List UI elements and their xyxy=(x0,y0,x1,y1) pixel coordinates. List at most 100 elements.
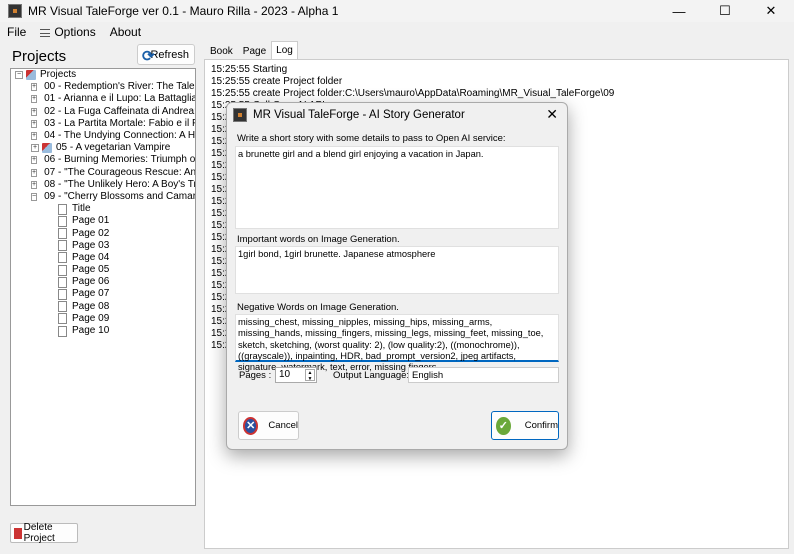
output-language-field[interactable]: English xyxy=(408,367,559,383)
tree-project[interactable]: +08 - "The Unlikely Hero: A Boy's Trium xyxy=(11,179,195,191)
log-line: 15:25:55 create Project folder:C:\Users\… xyxy=(211,88,615,99)
tree-node-label: Title xyxy=(72,203,91,215)
cancel-button[interactable]: ✕ Cancel xyxy=(238,411,299,440)
tree-page[interactable]: Page 09 xyxy=(11,313,195,325)
refresh-label: Refresh xyxy=(150,48,189,61)
tree-project[interactable]: +02 - La Fuga Caffeinata di Andrea: Un xyxy=(11,106,195,118)
menu-options-label: Options xyxy=(54,25,96,39)
menu-bar: File Options About xyxy=(0,22,148,42)
tree-node-label: 06 - Burning Memories: Triumph over D xyxy=(44,154,196,166)
tree-page[interactable]: Page 01 xyxy=(11,215,195,227)
window-title: MR Visual TaleForge ver 0.1 - Mauro Rill… xyxy=(28,4,339,18)
collapse-icon[interactable]: − xyxy=(31,192,38,201)
page-icon xyxy=(58,276,67,288)
output-language-label: Output Language: xyxy=(333,370,410,381)
tree-page[interactable]: Page 04 xyxy=(11,252,195,264)
tree-node-label: Page 07 xyxy=(72,288,110,300)
tree-project[interactable]: +00 - Redemption's River: The Tale of t xyxy=(11,81,195,93)
tree-project[interactable]: +06 - Burning Memories: Triumph over D xyxy=(11,154,195,166)
tree-node-label: Page 10 xyxy=(72,325,110,337)
tab-log[interactable]: Log xyxy=(271,41,298,59)
tree-node-label: 04 - The Undying Connection: A Hima xyxy=(44,130,196,142)
story-label: Write a short story with some details to… xyxy=(237,133,506,144)
tree-page[interactable]: Page 08 xyxy=(11,301,195,313)
tree-project[interactable]: +07 - "The Courageous Rescue: Ann's xyxy=(11,167,195,179)
tree-page[interactable]: Page 10 xyxy=(11,325,195,337)
checkmark-icon: ✓ xyxy=(496,416,511,435)
spin-arrows-icon[interactable]: ▲ ▼ xyxy=(305,369,315,382)
collapse-icon[interactable]: − xyxy=(15,71,23,80)
tree-node-label: 08 - "The Unlikely Hero: A Boy's Trium xyxy=(44,178,196,190)
expand-icon[interactable]: + xyxy=(31,132,38,141)
minimize-button[interactable]: — xyxy=(656,0,702,22)
tree-project[interactable]: +03 - La Partita Mortale: Fabio e il Fli… xyxy=(11,118,195,130)
page-icon xyxy=(58,264,67,276)
tree-node-label: 02 - La Fuga Caffeinata di Andrea: Un xyxy=(44,105,196,117)
page-icon xyxy=(58,252,67,264)
tree-page[interactable]: Page 06 xyxy=(11,276,195,288)
dialog-close-button[interactable]: ✕ xyxy=(546,106,558,123)
negative-words-label: Negative Words on Image Generation. xyxy=(237,302,399,313)
log-line: 15:25:55 create Project folder xyxy=(211,76,343,87)
expand-icon[interactable]: + xyxy=(31,144,39,153)
tree-node-label: 01 - Arianna e il Lupo: La Battaglia di … xyxy=(44,93,196,105)
tree-project[interactable]: −09 - "Cherry Blossoms and Camaraderi xyxy=(11,191,195,203)
project-tree[interactable]: − Projects +00 - Redemption's River: The T… xyxy=(10,68,196,506)
book-icon xyxy=(42,143,52,154)
title-bar: MR Visual TaleForge ver 0.1 - Mauro Rill… xyxy=(0,0,794,22)
menu-file[interactable]: File xyxy=(0,25,33,39)
cancel-icon: ✕ xyxy=(243,416,259,435)
expand-icon[interactable]: + xyxy=(31,119,38,128)
page-icon xyxy=(58,228,67,240)
tree-node-label: Projects xyxy=(40,69,77,81)
page-icon xyxy=(58,240,67,252)
confirm-button[interactable]: ✓ Confirm xyxy=(491,411,559,440)
tree-page[interactable]: Page 07 xyxy=(11,288,195,300)
confirm-label: Confirm xyxy=(524,420,558,431)
pages-stepper[interactable]: 10 ▲ ▼ xyxy=(275,367,317,383)
expand-icon[interactable]: + xyxy=(31,180,38,189)
tree-page[interactable]: Title xyxy=(11,203,195,215)
ai-story-generator-dialog: MR Visual TaleForge - AI Story Generator… xyxy=(226,102,568,450)
tree-root[interactable]: − Projects xyxy=(11,69,195,81)
trash-icon xyxy=(14,527,22,539)
tree-project[interactable]: +01 - Arianna e il Lupo: La Battaglia di… xyxy=(11,93,195,105)
log-line: 15:25:55 Starting xyxy=(211,64,288,75)
dialog-title: MR Visual TaleForge - AI Story Generator xyxy=(253,109,465,121)
tree-node-label: 07 - "The Courageous Rescue: Ann's xyxy=(44,166,196,178)
expand-icon[interactable]: + xyxy=(31,156,38,165)
menu-options[interactable]: Options xyxy=(33,25,102,39)
close-button[interactable]: ✕ xyxy=(748,0,794,22)
expand-icon[interactable]: + xyxy=(31,168,38,177)
tree-node-label: Page 04 xyxy=(72,251,110,263)
page-icon xyxy=(58,215,67,227)
tab-bar: Book Page Log xyxy=(205,41,298,59)
tree-page[interactable]: Page 03 xyxy=(11,240,195,252)
tree-page[interactable]: Page 05 xyxy=(11,264,195,276)
important-words-textarea[interactable]: 1girl bond, 1girl brunette. Japanese atm… xyxy=(235,246,559,294)
page-icon xyxy=(58,288,67,300)
tree-project[interactable]: +04 - The Undying Connection: A Hima xyxy=(11,130,195,142)
expand-icon[interactable]: + xyxy=(31,107,38,116)
tree-page[interactable]: Page 02 xyxy=(11,227,195,240)
tree-project[interactable]: +05 - A vegetarian Vampire xyxy=(11,142,195,154)
tree-node-label: 09 - "Cherry Blossoms and Camaraderi xyxy=(44,190,196,202)
refresh-button[interactable]: ⟳ Refresh xyxy=(137,44,195,65)
app-icon xyxy=(8,4,22,18)
tree-node-label: Page 03 xyxy=(72,239,110,251)
tab-page[interactable]: Page xyxy=(238,43,271,59)
refresh-icon: ⟳ xyxy=(142,48,155,65)
tree-node-label: Page 08 xyxy=(72,300,110,312)
page-icon xyxy=(58,203,67,215)
delete-project-button[interactable]: Delete Project xyxy=(10,522,78,544)
menu-about[interactable]: About xyxy=(103,25,148,39)
expand-icon[interactable]: + xyxy=(31,83,38,92)
important-words-label: Important words on Image Generation. xyxy=(237,234,400,245)
tree-node-label: Page 06 xyxy=(72,276,110,288)
hamburger-icon xyxy=(40,28,51,37)
expand-icon[interactable]: + xyxy=(31,95,38,104)
story-textarea[interactable]: a brunette girl and a blend girl enjoyin… xyxy=(235,146,559,229)
tab-book[interactable]: Book xyxy=(205,43,238,59)
maximize-button[interactable]: ☐ xyxy=(702,0,748,22)
negative-words-textarea[interactable]: missing_chest, missing_nipples, missing_… xyxy=(235,314,559,372)
